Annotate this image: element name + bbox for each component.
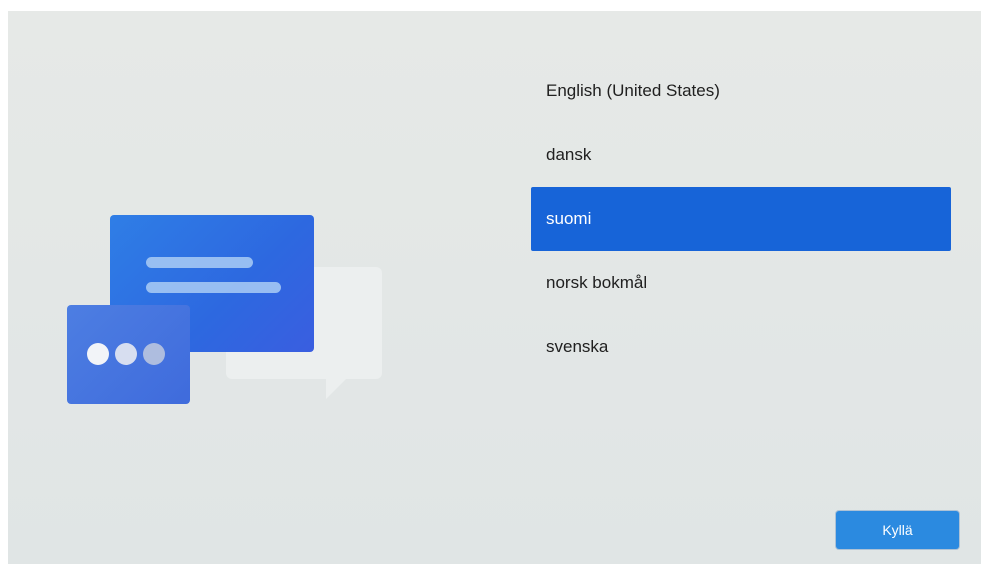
language-option-suomi[interactable]: suomi xyxy=(531,187,951,251)
language-option-norsk[interactable]: norsk bokmål xyxy=(531,251,951,315)
dot-icon xyxy=(143,343,165,365)
language-list: English (United States) dansk suomi nors… xyxy=(531,59,951,379)
typing-dots-icon xyxy=(67,305,190,404)
language-option-svenska[interactable]: svenska xyxy=(531,315,951,379)
setup-screen: English (United States) dansk suomi nors… xyxy=(8,11,981,564)
language-illustration xyxy=(8,11,408,564)
dot-icon xyxy=(87,343,109,365)
text-line-icon xyxy=(146,257,253,268)
language-option-english[interactable]: English (United States) xyxy=(531,59,951,123)
dot-icon xyxy=(115,343,137,365)
speech-bubble-tail xyxy=(326,377,348,399)
confirm-button[interactable]: Kyllä xyxy=(836,511,959,549)
language-option-dansk[interactable]: dansk xyxy=(531,123,951,187)
text-line-icon xyxy=(146,282,281,293)
